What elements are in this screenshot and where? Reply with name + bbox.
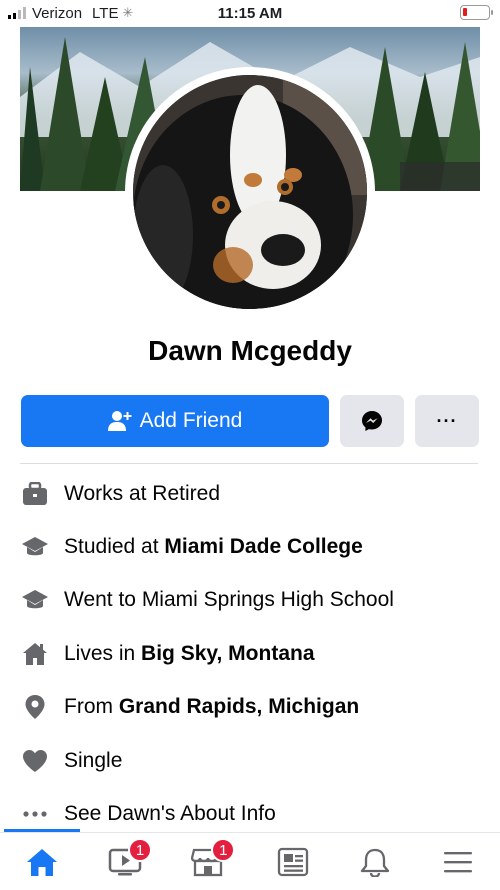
heart-icon	[20, 746, 50, 776]
bell-icon	[360, 848, 390, 877]
network-type: LTE	[92, 4, 119, 22]
graduation-cap-icon	[20, 585, 50, 615]
message-button[interactable]	[340, 395, 404, 447]
home-icon	[26, 848, 57, 876]
status-bar: Verizon LTE ✳ 11:15 AM	[0, 0, 500, 26]
briefcase-icon	[20, 479, 50, 509]
nav-news-tab[interactable]	[250, 833, 333, 890]
profile-name: Dawn Mcgeddy	[148, 335, 352, 366]
detail-from-place[interactable]: Grand Rapids, Michigan	[119, 695, 359, 719]
detail-work[interactable]: Works at Retired	[20, 476, 490, 512]
detail-from[interactable]: From Grand Rapids, Michigan	[20, 689, 490, 725]
detail-lives-in[interactable]: Lives in Big Sky, Montana	[20, 636, 490, 672]
divider	[20, 463, 478, 464]
add-friend-button[interactable]: Add Friend	[21, 395, 329, 447]
graduation-cap-icon	[20, 532, 50, 562]
detail-college[interactable]: Studied at Miami Dade College	[20, 529, 490, 565]
nav-watch-tab[interactable]: 1	[83, 833, 166, 890]
detail-high-school[interactable]: Went to Miami Springs High School	[20, 582, 490, 618]
detail-lives-in-place[interactable]: Big Sky, Montana	[141, 642, 314, 666]
marketplace-notification-badge: 1	[211, 838, 236, 862]
profile-picture-image	[133, 75, 367, 309]
detail-relationship-text: Single	[64, 749, 123, 772]
detail-work-text: Works at Retired	[64, 482, 220, 505]
carrier-name: Verizon	[32, 4, 83, 22]
more-options-button[interactable]: ···	[415, 395, 479, 447]
news-feed-icon	[277, 847, 308, 876]
location-pin-icon	[20, 692, 50, 722]
detail-college-prefix: Studied at	[64, 535, 159, 558]
detail-lives-in-prefix: Lives in	[64, 642, 136, 665]
watch-notification-badge: 1	[127, 838, 152, 862]
add-friend-label: Add Friend	[139, 409, 243, 432]
detail-from-prefix: From	[64, 695, 113, 718]
signal-strength-icon	[8, 7, 26, 19]
nav-menu-tab[interactable]	[417, 833, 500, 890]
nav-notifications-tab[interactable]	[333, 833, 416, 890]
see-about-info-link[interactable]: See Dawn's About Info	[20, 796, 490, 832]
detail-high-school-text: Went to Miami Springs High School	[64, 588, 394, 611]
profile-picture[interactable]	[125, 67, 375, 317]
detail-relationship[interactable]: Single	[20, 743, 490, 779]
more-options-label: ···	[436, 410, 458, 431]
hamburger-menu-icon	[444, 851, 473, 872]
nav-home-tab[interactable]	[0, 833, 83, 890]
detail-college-name[interactable]: Miami Dade College	[164, 535, 362, 559]
messenger-icon	[362, 411, 382, 431]
battery-icon	[460, 5, 493, 20]
nav-marketplace-tab[interactable]: 1	[167, 833, 250, 890]
more-dots-icon	[20, 799, 50, 829]
loading-spinner-icon: ✳	[122, 5, 134, 20]
add-friend-icon	[107, 411, 132, 431]
home-icon	[20, 639, 50, 669]
bottom-nav: 1 1	[0, 833, 500, 890]
see-about-info-label: See Dawn's About Info	[64, 802, 276, 825]
